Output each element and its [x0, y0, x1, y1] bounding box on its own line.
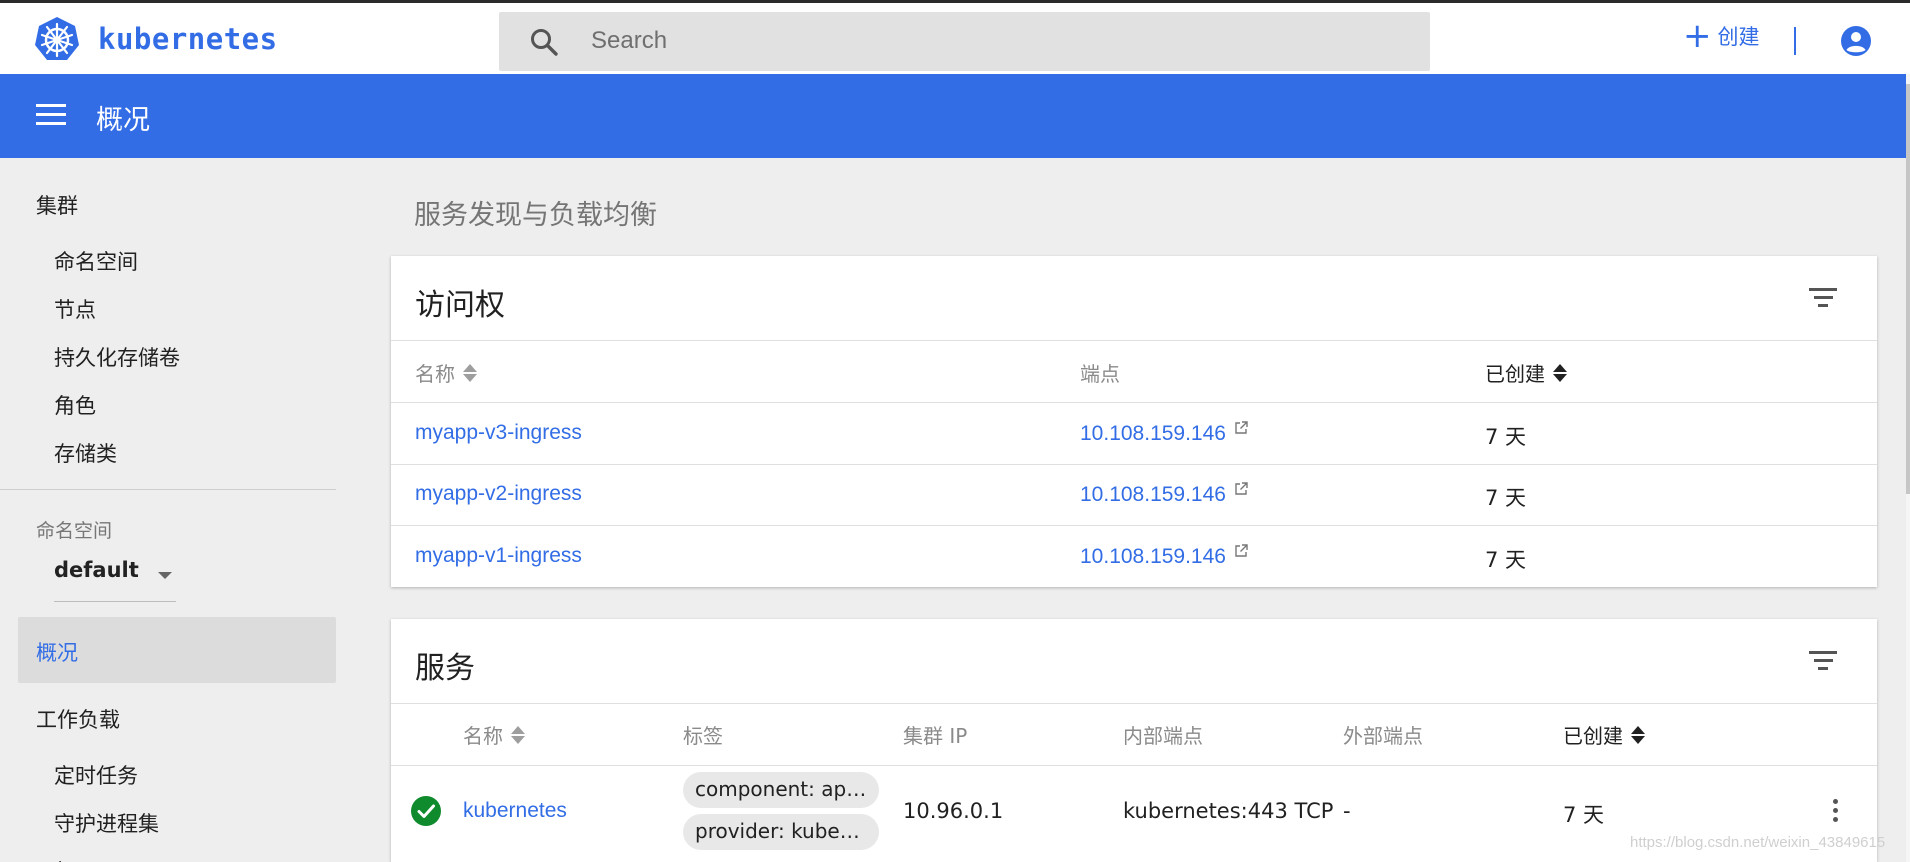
- sidebar-divider: [0, 489, 336, 490]
- service-created: 7 天: [1563, 803, 1605, 827]
- namespace-select[interactable]: default: [54, 558, 176, 602]
- sort-icon[interactable]: [511, 724, 525, 746]
- ingress-name-link[interactable]: myapp-v2-ingress: [415, 482, 582, 506]
- sidebar: 集群 命名空间 节点 持久化存储卷 角色 存储类 命名空间 default 概况…: [0, 158, 336, 862]
- open-in-new-icon[interactable]: [1233, 420, 1249, 436]
- more-vert-icon[interactable]: [1831, 799, 1839, 827]
- column-header-created[interactable]: 已创建: [1563, 720, 1645, 749]
- sidebar-item-label: 概况: [36, 641, 78, 665]
- sidebar-item-cron-jobs[interactable]: 定时任务: [54, 760, 138, 790]
- endpoint-link[interactable]: 10.108.159.146: [1080, 422, 1226, 445]
- sort-icon[interactable]: [1553, 362, 1567, 384]
- ingress-created: 7 天: [1485, 486, 1527, 510]
- divider: [391, 765, 1877, 766]
- sidebar-item-deployments[interactable]: 部署: [54, 856, 96, 862]
- account-circle-icon[interactable]: [1840, 25, 1872, 57]
- check-circle-icon: [411, 796, 441, 826]
- create-label: 创建: [1717, 25, 1760, 49]
- namespace-label: 命名空间: [36, 520, 113, 542]
- divider: [391, 402, 1877, 403]
- page-title: 概况: [96, 105, 150, 136]
- namespace-value: default: [54, 558, 139, 582]
- brand-name[interactable]: kubernetes: [98, 22, 278, 56]
- sidebar-group-workloads[interactable]: 工作负载: [36, 704, 120, 734]
- column-header-label: 名称: [463, 724, 503, 748]
- endpoint-link[interactable]: 10.108.159.146: [1080, 483, 1226, 506]
- label-chip: component: apiserver: [683, 772, 879, 808]
- sidebar-item-persistent-volumes[interactable]: 持久化存储卷: [54, 342, 180, 372]
- ingress-name-link[interactable]: myapp-v3-ingress: [415, 421, 582, 445]
- column-header-label: 内部端点: [1123, 724, 1203, 748]
- column-header-labels: 标签: [683, 720, 723, 749]
- column-header-label: 名称: [415, 362, 455, 386]
- column-header-label: 端点: [1080, 362, 1120, 386]
- plus-icon: +: [1683, 16, 1712, 56]
- open-in-new-icon[interactable]: [1233, 481, 1249, 497]
- column-header-name[interactable]: 名称: [463, 720, 525, 749]
- service-external-endpoint: -: [1343, 799, 1351, 823]
- column-header-name[interactable]: 名称: [415, 358, 477, 387]
- toolbar-divider: [1794, 27, 1796, 55]
- sidebar-item-storage-classes[interactable]: 存储类: [54, 438, 117, 468]
- scrollbar-thumb[interactable]: [1906, 84, 1910, 494]
- column-header-label: 已创建: [1485, 362, 1545, 386]
- ingress-endpoint[interactable]: 10.108.159.146: [1080, 482, 1249, 507]
- column-header-label: 已创建: [1563, 724, 1623, 748]
- open-in-new-icon[interactable]: [1233, 543, 1249, 559]
- ingress-created: 7 天: [1485, 548, 1527, 572]
- service-cluster-ip: 10.96.0.1: [903, 799, 1004, 823]
- sidebar-item-daemon-sets[interactable]: 守护进程集: [54, 808, 159, 838]
- ingress-created: 7 天: [1485, 425, 1527, 449]
- page-header: 概况: [0, 74, 1910, 158]
- column-header-external-endpoints: 外部端点: [1343, 720, 1423, 749]
- column-header-cluster-ip: 集群 IP: [903, 720, 967, 749]
- hamburger-menu-icon[interactable]: [36, 104, 66, 128]
- ingress-card: 访问权 名称 端点 已创建 myapp-v3-ingress 10.108.15…: [391, 256, 1877, 587]
- column-header-internal-endpoints: 内部端点: [1123, 720, 1203, 749]
- sidebar-item-namespaces[interactable]: 命名空间: [54, 246, 138, 276]
- filter-icon[interactable]: [1809, 288, 1837, 310]
- watermark: https://blog.csdn.net/weixin_43849615: [1630, 834, 1886, 851]
- ingress-endpoint[interactable]: 10.108.159.146: [1080, 544, 1249, 569]
- ingress-name-link[interactable]: myapp-v1-ingress: [415, 544, 582, 568]
- divider: [391, 703, 1877, 704]
- label-chip: provider: kubernetes: [683, 814, 879, 850]
- sidebar-item-roles[interactable]: 角色: [54, 390, 96, 420]
- service-name-link[interactable]: kubernetes: [463, 799, 567, 823]
- divider: [391, 340, 1877, 341]
- sidebar-group-cluster[interactable]: 集群: [36, 190, 78, 220]
- dropdown-caret-icon: [158, 572, 172, 579]
- search-input[interactable]: [591, 22, 1391, 60]
- column-header-created[interactable]: 已创建: [1485, 358, 1567, 387]
- services-card-title: 服务: [415, 651, 475, 686]
- create-button[interactable]: + 创建: [1683, 16, 1760, 56]
- service-internal-endpoint: kubernetes:443 TCP: [1123, 799, 1334, 823]
- services-card: 服务 名称 标签 集群 IP 内部端点 外部端点 已创建 kubernetes …: [391, 619, 1877, 862]
- sort-icon[interactable]: [1631, 724, 1645, 746]
- kubernetes-logo-icon[interactable]: [34, 16, 80, 62]
- column-header-label: 标签: [683, 724, 723, 748]
- ingress-endpoint[interactable]: 10.108.159.146: [1080, 421, 1249, 446]
- sidebar-item-overview[interactable]: 概况: [18, 617, 336, 683]
- search-icon: [531, 29, 558, 56]
- top-bar: kubernetes + 创建: [0, 0, 1910, 74]
- search-box[interactable]: [499, 12, 1430, 71]
- column-header-label: 集群 IP: [903, 724, 968, 748]
- sort-icon[interactable]: [463, 362, 477, 384]
- ingress-card-title: 访问权: [415, 288, 505, 323]
- endpoint-link[interactable]: 10.108.159.146: [1080, 545, 1226, 568]
- filter-icon[interactable]: [1809, 651, 1837, 673]
- divider: [391, 525, 1877, 526]
- scrollbar[interactable]: [1906, 74, 1910, 862]
- column-header-label: 外部端点: [1343, 724, 1423, 748]
- sidebar-item-nodes[interactable]: 节点: [54, 294, 96, 324]
- section-title: 服务发现与负载均衡: [414, 200, 657, 231]
- column-header-endpoint: 端点: [1080, 358, 1120, 387]
- divider: [391, 464, 1877, 465]
